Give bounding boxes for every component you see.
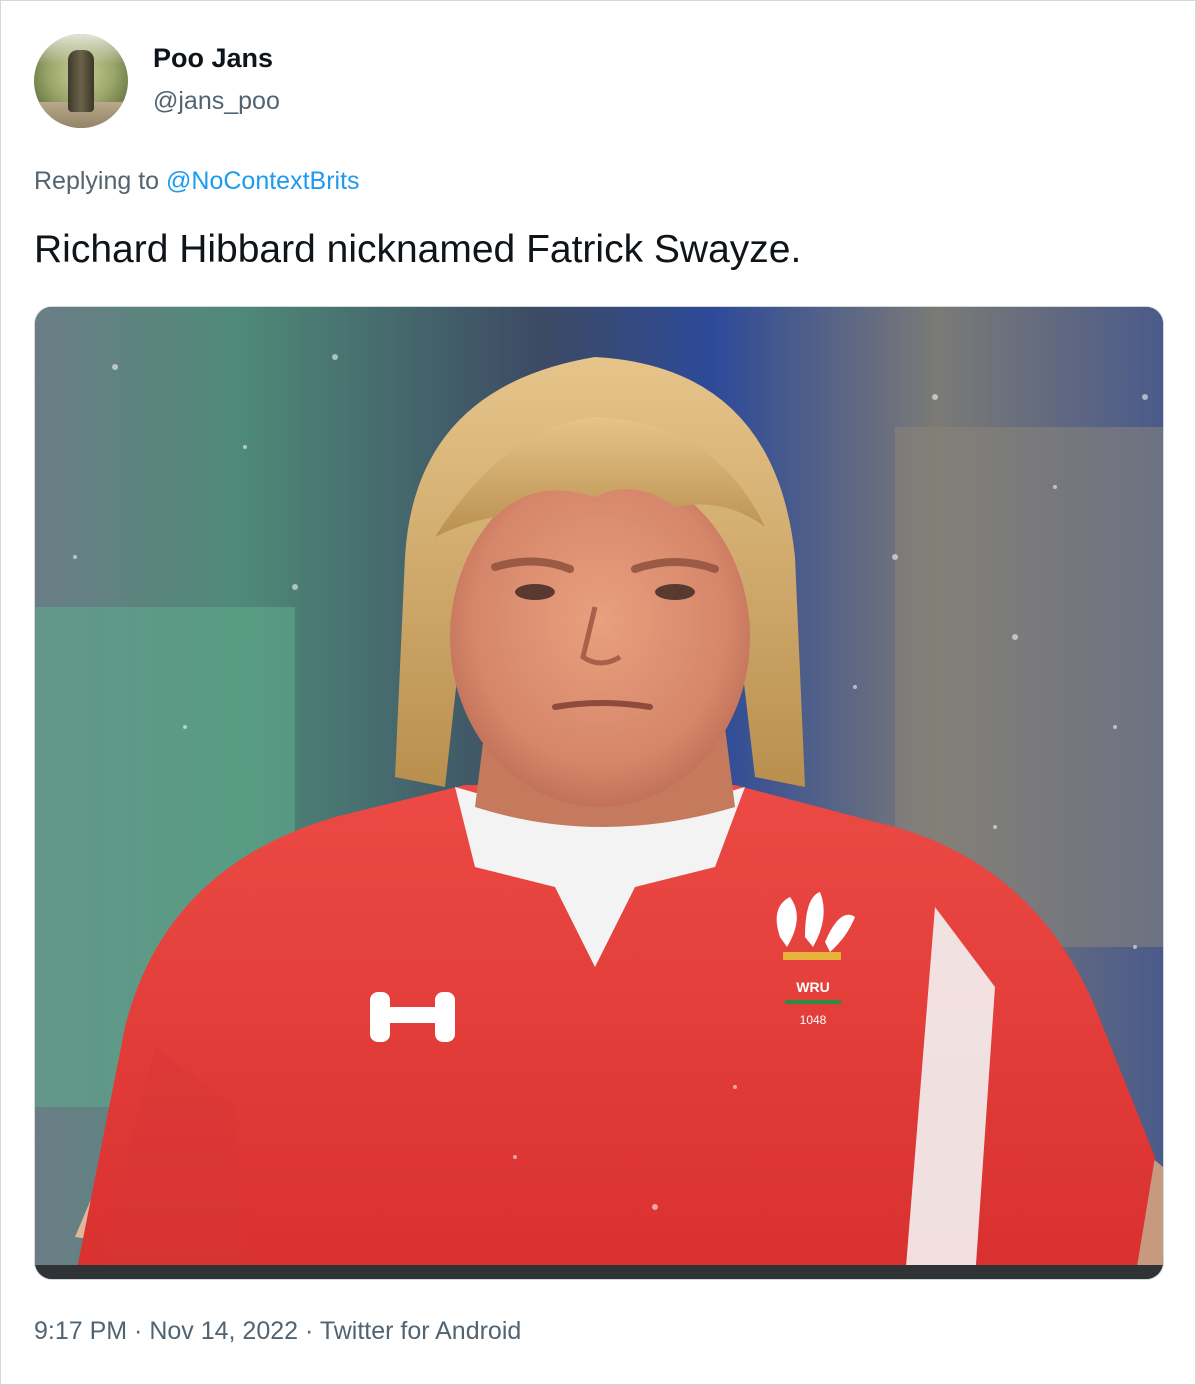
meta-separator: · — [298, 1317, 320, 1345]
photo-bottom-strip — [35, 1265, 1163, 1279]
right-eye — [655, 584, 695, 600]
replying-prefix: Replying to — [34, 167, 167, 195]
replying-to-line: Replying to @NoContextBrits — [34, 167, 360, 196]
author-avatar[interactable] — [34, 34, 128, 128]
crest-year: 1048 — [800, 1013, 827, 1027]
player-photo-illustration: WRU 1048 — [35, 307, 1163, 1279]
tweet-metadata: 9:17 PM · Nov 14, 2022 · Twitter for And… — [34, 1317, 521, 1346]
tweet-photo[interactable]: WRU 1048 — [34, 306, 1164, 1280]
tweet-source: Twitter for Android — [319, 1317, 522, 1345]
meta-separator: · — [127, 1317, 150, 1345]
crest-text: WRU — [796, 979, 829, 995]
crest-stripe — [785, 1000, 841, 1004]
avatar-tree-trunk — [68, 50, 94, 112]
author-display-name[interactable]: Poo Jans — [153, 43, 273, 74]
tweet-date[interactable]: Nov 14, 2022 — [149, 1317, 298, 1345]
reply-mention-link[interactable]: @NoContextBrits — [166, 167, 360, 195]
tweet-text: Richard Hibbard nicknamed Fatrick Swayze… — [34, 228, 802, 271]
author-handle[interactable]: @jans_poo — [153, 87, 280, 116]
tweet-time[interactable]: 9:17 PM — [34, 1317, 127, 1345]
left-eye — [515, 584, 555, 600]
tweet-card: Poo Jans @jans_poo Replying to @NoContex… — [0, 0, 1196, 1385]
face — [450, 467, 750, 807]
